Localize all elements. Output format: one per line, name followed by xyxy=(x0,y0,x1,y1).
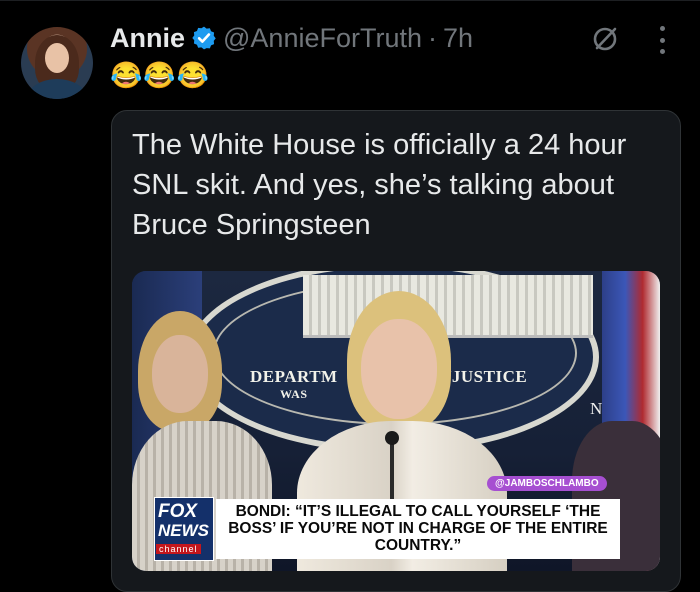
logo-fox-text: FOX xyxy=(158,501,198,522)
quoted-post-text: The White House is officially a 24 hour … xyxy=(132,129,627,241)
more-dot xyxy=(659,37,665,43)
chyron-text: BONDI: “IT’S ILLEGAL TO CALL YOURSELF ‘T… xyxy=(228,503,608,554)
separator-dot: · xyxy=(428,22,437,53)
top-divider xyxy=(0,0,700,1)
news-lower-third: FOX NEWS channel BONDI: “IT’S ILLEGAL TO… xyxy=(132,497,660,567)
person-left-face xyxy=(152,335,208,413)
quoted-post-image[interactable]: DEPARTM INJUSTICE WAS ON N @JAMBOSCHLAMB… xyxy=(132,271,660,571)
avatar-face xyxy=(45,43,69,73)
verified-badge-icon xyxy=(192,26,216,50)
more-dot xyxy=(659,49,665,54)
microphone xyxy=(385,431,399,445)
author-name[interactable]: Annie xyxy=(110,23,185,54)
logo-channel-text: channel xyxy=(156,544,201,554)
more-options-icon[interactable] xyxy=(652,26,672,54)
quoted-post-card[interactable]: The White House is officially a 24 hour … xyxy=(111,110,681,592)
grok-icon[interactable] xyxy=(590,24,620,54)
post-time[interactable]: 7h xyxy=(443,23,473,54)
person-center-face xyxy=(361,319,437,419)
more-dot xyxy=(659,26,665,31)
side-letter: N xyxy=(590,399,603,418)
author-handle[interactable]: @AnnieForTruth xyxy=(223,23,422,54)
avatar-shirt xyxy=(27,79,87,99)
post-header: Annie @AnnieForTruth · 7h xyxy=(110,18,473,58)
news-chyron: BONDI: “IT’S ILLEGAL TO CALL YOURSELF ‘T… xyxy=(216,499,620,559)
logo-news-text: NEWS xyxy=(158,521,209,540)
image-watermark: @JAMBOSCHLAMBO xyxy=(487,476,607,491)
post-text-emojis: 😂😂😂 xyxy=(110,60,211,90)
avatar[interactable] xyxy=(21,27,93,99)
